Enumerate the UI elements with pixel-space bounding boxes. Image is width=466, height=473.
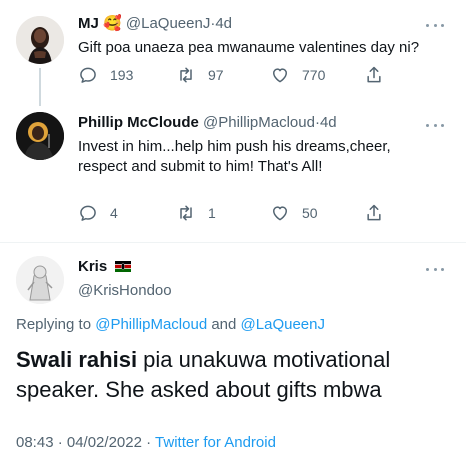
tweet-header: MJ 🥰 @LaQueenJ·4d (78, 14, 232, 32)
like-button[interactable]: 50 (270, 203, 318, 223)
reply-button[interactable]: 193 (78, 65, 133, 85)
action-bar: 193 97 770 (78, 65, 398, 87)
reply-count: 4 (110, 205, 118, 221)
more-options-icon[interactable] (426, 122, 444, 128)
retweet-icon (180, 67, 192, 83)
reply-button[interactable]: 4 (78, 203, 118, 223)
timestamp[interactable]: 4d (215, 15, 232, 32)
timestamp[interactable]: 4d (320, 114, 337, 131)
tweet-header: Kris (78, 258, 132, 275)
avatar-mj[interactable] (16, 16, 64, 64)
reply-icon (80, 205, 96, 221)
tweet-handle-line: @KrisHondoo (78, 282, 172, 299)
separator: · (146, 434, 152, 451)
username[interactable]: @KrisHondoo (78, 282, 172, 299)
mention-phillip[interactable]: @PhillipMacloud (95, 316, 207, 333)
share-button[interactable] (364, 65, 396, 85)
share-icon (367, 66, 381, 83)
like-count: 50 (302, 205, 318, 221)
display-name[interactable]: Kris (78, 258, 107, 275)
avatar-image (16, 16, 64, 64)
tweet-mj[interactable]: MJ 🥰 @LaQueenJ·4d Gift poa unaeza pea mw… (0, 0, 466, 106)
retweet-icon (180, 205, 192, 221)
username[interactable]: @LaQueenJ (126, 15, 210, 32)
mention-laqueenj[interactable]: @LaQueenJ (241, 316, 325, 333)
kenya-flag-icon (115, 261, 132, 272)
avatar-phillip[interactable] (16, 112, 64, 160)
tweet-phillip[interactable]: Phillip McCloude @PhillipMacloud·4d Inve… (0, 100, 466, 240)
share-button[interactable] (364, 203, 396, 223)
replying-prefix: Replying to (16, 316, 92, 333)
retweet-count: 97 (208, 67, 224, 83)
reply-icon (80, 67, 96, 83)
replying-and: and (211, 316, 237, 333)
divider (0, 242, 466, 243)
emoji: 🥰 (103, 15, 122, 32)
heart-icon (273, 68, 287, 83)
main-tweet-text-bold: Swali rahisi (16, 347, 138, 372)
reply-count: 193 (110, 67, 134, 83)
share-icon (367, 204, 381, 221)
tweet-header: Phillip McCloude @PhillipMacloud·4d (78, 114, 337, 131)
retweet-count: 1 (208, 205, 216, 221)
more-options-icon[interactable] (426, 266, 444, 272)
tweet-meta: 08:43 · 04/02/2022 · Twitter for Android (16, 434, 276, 451)
tweet-text: Gift poa unaeza pea mwanaume valentines … (78, 39, 420, 56)
main-tweet-text: Swali rahisi pia unakuwa motivational sp… (16, 345, 456, 405)
tweet-source[interactable]: Twitter for Android (155, 434, 276, 451)
display-name[interactable]: MJ (78, 15, 99, 32)
avatar-kris[interactable] (16, 256, 64, 304)
display-name[interactable]: Phillip McCloude (78, 114, 199, 131)
avatar-image (16, 256, 64, 304)
like-button[interactable]: 770 (270, 65, 325, 85)
tweet-text: Invest in him...help him push his dreams… (78, 138, 391, 175)
avatar-image (16, 112, 64, 160)
action-bar: 4 1 50 (78, 203, 398, 225)
like-count: 770 (302, 67, 326, 83)
retweet-button[interactable]: 97 (176, 65, 224, 85)
retweet-button[interactable]: 1 (176, 203, 216, 223)
username[interactable]: @PhillipMacloud (203, 114, 315, 131)
replying-to: Replying to @PhillipMacloud and @LaQueen… (16, 316, 325, 333)
heart-icon (273, 206, 287, 221)
more-options-icon[interactable] (426, 22, 444, 28)
tweet-timestamp[interactable]: 08:43 · 04/02/2022 (16, 434, 142, 451)
